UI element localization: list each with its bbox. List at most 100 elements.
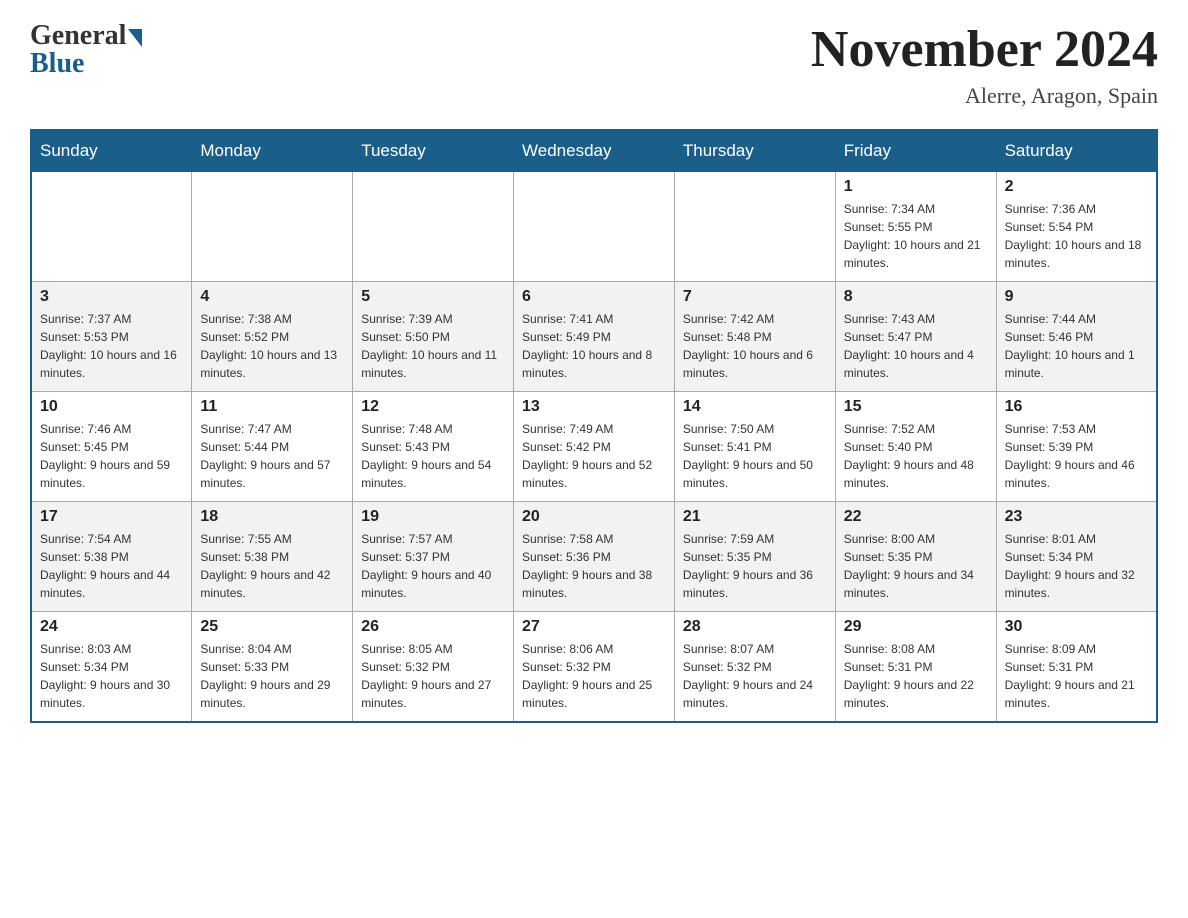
day-number: 20 bbox=[522, 508, 666, 526]
logo-arrow-icon bbox=[128, 29, 142, 47]
day-number: 15 bbox=[844, 398, 988, 416]
day-number: 30 bbox=[1005, 618, 1148, 636]
day-info: Sunrise: 8:01 AMSunset: 5:34 PMDaylight:… bbox=[1005, 530, 1148, 602]
day-number: 19 bbox=[361, 508, 505, 526]
calendar-cell: 13 Sunrise: 7:49 AMSunset: 5:42 PMDayligh… bbox=[514, 392, 675, 502]
day-number: 27 bbox=[522, 618, 666, 636]
calendar-cell bbox=[674, 172, 835, 282]
day-info: Sunrise: 7:53 AMSunset: 5:39 PMDaylight:… bbox=[1005, 420, 1148, 492]
day-info: Sunrise: 7:44 AMSunset: 5:46 PMDaylight:… bbox=[1005, 310, 1148, 382]
logo: General Blue bbox=[30, 20, 142, 80]
calendar-cell: 21 Sunrise: 7:59 AMSunset: 5:35 PMDayligh… bbox=[674, 502, 835, 612]
day-info: Sunrise: 7:41 AMSunset: 5:49 PMDaylight:… bbox=[522, 310, 666, 382]
day-info: Sunrise: 8:06 AMSunset: 5:32 PMDaylight:… bbox=[522, 640, 666, 712]
day-number: 1 bbox=[844, 178, 988, 196]
calendar-cell: 20 Sunrise: 7:58 AMSunset: 5:36 PMDayligh… bbox=[514, 502, 675, 612]
day-info: Sunrise: 7:36 AMSunset: 5:54 PMDaylight:… bbox=[1005, 200, 1148, 272]
calendar-cell: 9 Sunrise: 7:44 AMSunset: 5:46 PMDaylight… bbox=[996, 282, 1157, 392]
day-number: 5 bbox=[361, 288, 505, 306]
calendar-week-row: 3 Sunrise: 7:37 AMSunset: 5:53 PMDaylight… bbox=[31, 282, 1157, 392]
calendar-cell: 22Sunrise: 8:00 AMSunset: 5:35 PMDayligh… bbox=[835, 502, 996, 612]
calendar-cell: 23 Sunrise: 8:01 AMSunset: 5:34 PMDayligh… bbox=[996, 502, 1157, 612]
calendar-cell: 8Sunrise: 7:43 AMSunset: 5:47 PMDaylight… bbox=[835, 282, 996, 392]
day-number: 22 bbox=[844, 508, 988, 526]
calendar-cell: 4 Sunrise: 7:38 AMSunset: 5:52 PMDaylight… bbox=[192, 282, 353, 392]
calendar-cell: 16 Sunrise: 7:53 AMSunset: 5:39 PMDayligh… bbox=[996, 392, 1157, 502]
day-info: Sunrise: 8:03 AMSunset: 5:34 PMDaylight:… bbox=[40, 640, 183, 712]
day-number: 13 bbox=[522, 398, 666, 416]
day-number: 4 bbox=[200, 288, 344, 306]
location-text: Alerre, Aragon, Spain bbox=[811, 83, 1158, 109]
calendar-table: SundayMondayTuesdayWednesdayThursdayFrid… bbox=[30, 129, 1158, 723]
day-number: 17 bbox=[40, 508, 183, 526]
calendar-cell: 2 Sunrise: 7:36 AMSunset: 5:54 PMDaylight… bbox=[996, 172, 1157, 282]
day-info: Sunrise: 7:34 AMSunset: 5:55 PMDaylight:… bbox=[844, 200, 988, 272]
header-tuesday: Tuesday bbox=[353, 130, 514, 172]
calendar-week-row: 10 Sunrise: 7:46 AMSunset: 5:45 PMDayligh… bbox=[31, 392, 1157, 502]
day-number: 24 bbox=[40, 618, 183, 636]
day-number: 28 bbox=[683, 618, 827, 636]
day-info: Sunrise: 8:08 AMSunset: 5:31 PMDaylight:… bbox=[844, 640, 988, 712]
calendar-cell: 15Sunrise: 7:52 AMSunset: 5:40 PMDayligh… bbox=[835, 392, 996, 502]
calendar-cell: 27 Sunrise: 8:06 AMSunset: 5:32 PMDayligh… bbox=[514, 612, 675, 722]
month-title: November 2024 bbox=[811, 20, 1158, 79]
calendar-cell bbox=[353, 172, 514, 282]
calendar-cell: 7 Sunrise: 7:42 AMSunset: 5:48 PMDaylight… bbox=[674, 282, 835, 392]
calendar-week-row: 1 Sunrise: 7:34 AMSunset: 5:55 PMDaylight… bbox=[31, 172, 1157, 282]
day-info: Sunrise: 7:54 AMSunset: 5:38 PMDaylight:… bbox=[40, 530, 183, 602]
day-info: Sunrise: 8:09 AMSunset: 5:31 PMDaylight:… bbox=[1005, 640, 1148, 712]
day-info: Sunrise: 7:47 AMSunset: 5:44 PMDaylight:… bbox=[200, 420, 344, 492]
day-info: Sunrise: 7:50 AMSunset: 5:41 PMDaylight:… bbox=[683, 420, 827, 492]
day-info: Sunrise: 7:49 AMSunset: 5:42 PMDaylight:… bbox=[522, 420, 666, 492]
calendar-cell: 11 Sunrise: 7:47 AMSunset: 5:44 PMDayligh… bbox=[192, 392, 353, 502]
calendar-week-row: 24 Sunrise: 8:03 AMSunset: 5:34 PMDayligh… bbox=[31, 612, 1157, 722]
calendar-cell: 6Sunrise: 7:41 AMSunset: 5:49 PMDaylight… bbox=[514, 282, 675, 392]
calendar-cell: 3 Sunrise: 7:37 AMSunset: 5:53 PMDaylight… bbox=[31, 282, 192, 392]
calendar-cell: 29Sunrise: 8:08 AMSunset: 5:31 PMDayligh… bbox=[835, 612, 996, 722]
calendar-cell: 30 Sunrise: 8:09 AMSunset: 5:31 PMDayligh… bbox=[996, 612, 1157, 722]
day-info: Sunrise: 7:48 AMSunset: 5:43 PMDaylight:… bbox=[361, 420, 505, 492]
calendar-cell: 12 Sunrise: 7:48 AMSunset: 5:43 PMDayligh… bbox=[353, 392, 514, 502]
calendar-cell: 18Sunrise: 7:55 AMSunset: 5:38 PMDayligh… bbox=[192, 502, 353, 612]
day-number: 3 bbox=[40, 288, 183, 306]
day-info: Sunrise: 7:46 AMSunset: 5:45 PMDaylight:… bbox=[40, 420, 183, 492]
day-info: Sunrise: 8:07 AMSunset: 5:32 PMDaylight:… bbox=[683, 640, 827, 712]
calendar-cell: 10 Sunrise: 7:46 AMSunset: 5:45 PMDayligh… bbox=[31, 392, 192, 502]
day-info: Sunrise: 7:58 AMSunset: 5:36 PMDaylight:… bbox=[522, 530, 666, 602]
day-number: 26 bbox=[361, 618, 505, 636]
day-number: 23 bbox=[1005, 508, 1148, 526]
calendar-cell: 26 Sunrise: 8:05 AMSunset: 5:32 PMDayligh… bbox=[353, 612, 514, 722]
day-number: 18 bbox=[200, 508, 344, 526]
day-info: Sunrise: 7:43 AMSunset: 5:47 PMDaylight:… bbox=[844, 310, 988, 382]
title-section: November 2024 Alerre, Aragon, Spain bbox=[811, 20, 1158, 109]
calendar-header-row: SundayMondayTuesdayWednesdayThursdayFrid… bbox=[31, 130, 1157, 172]
header-thursday: Thursday bbox=[674, 130, 835, 172]
calendar-cell: 14 Sunrise: 7:50 AMSunset: 5:41 PMDayligh… bbox=[674, 392, 835, 502]
calendar-cell: 17 Sunrise: 7:54 AMSunset: 5:38 PMDayligh… bbox=[31, 502, 192, 612]
day-info: Sunrise: 8:05 AMSunset: 5:32 PMDaylight:… bbox=[361, 640, 505, 712]
day-number: 11 bbox=[200, 398, 344, 416]
day-info: Sunrise: 7:38 AMSunset: 5:52 PMDaylight:… bbox=[200, 310, 344, 382]
header-sunday: Sunday bbox=[31, 130, 192, 172]
day-number: 7 bbox=[683, 288, 827, 306]
day-info: Sunrise: 8:04 AMSunset: 5:33 PMDaylight:… bbox=[200, 640, 344, 712]
day-info: Sunrise: 7:37 AMSunset: 5:53 PMDaylight:… bbox=[40, 310, 183, 382]
header-friday: Friday bbox=[835, 130, 996, 172]
calendar-cell: 25Sunrise: 8:04 AMSunset: 5:33 PMDayligh… bbox=[192, 612, 353, 722]
calendar-week-row: 17 Sunrise: 7:54 AMSunset: 5:38 PMDayligh… bbox=[31, 502, 1157, 612]
day-number: 10 bbox=[40, 398, 183, 416]
day-number: 14 bbox=[683, 398, 827, 416]
day-number: 21 bbox=[683, 508, 827, 526]
day-info: Sunrise: 7:39 AMSunset: 5:50 PMDaylight:… bbox=[361, 310, 505, 382]
page-header: General Blue November 2024 Alerre, Arago… bbox=[30, 20, 1158, 109]
day-number: 16 bbox=[1005, 398, 1148, 416]
day-number: 2 bbox=[1005, 178, 1148, 196]
day-info: Sunrise: 7:59 AMSunset: 5:35 PMDaylight:… bbox=[683, 530, 827, 602]
header-monday: Monday bbox=[192, 130, 353, 172]
calendar-cell: 5 Sunrise: 7:39 AMSunset: 5:50 PMDaylight… bbox=[353, 282, 514, 392]
header-wednesday: Wednesday bbox=[514, 130, 675, 172]
day-info: Sunrise: 7:42 AMSunset: 5:48 PMDaylight:… bbox=[683, 310, 827, 382]
day-number: 9 bbox=[1005, 288, 1148, 306]
day-number: 12 bbox=[361, 398, 505, 416]
calendar-cell: 28 Sunrise: 8:07 AMSunset: 5:32 PMDayligh… bbox=[674, 612, 835, 722]
